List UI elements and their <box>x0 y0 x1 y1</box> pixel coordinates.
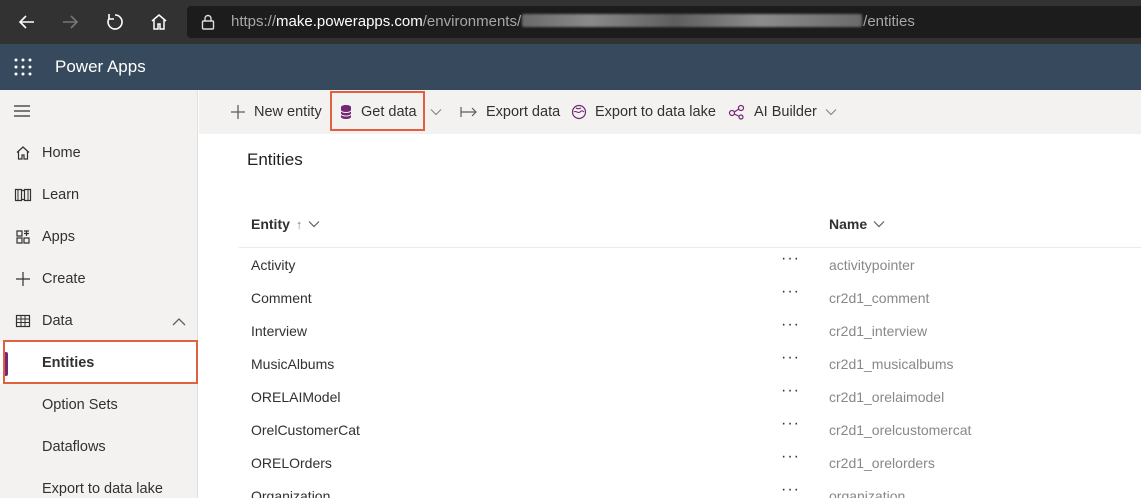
chevron-down-icon <box>825 109 837 116</box>
table-row[interactable]: Activity ··· activitypointer <box>239 248 1141 281</box>
more-actions-icon[interactable]: ··· <box>781 481 800 498</box>
new-entity-button[interactable]: New entity <box>230 90 322 134</box>
more-actions-icon[interactable]: ··· <box>781 283 800 301</box>
home-icon <box>14 144 32 162</box>
url-path-end: /entities <box>863 13 915 30</box>
plus-icon <box>231 105 245 119</box>
sidebar-item-label: Home <box>42 145 81 161</box>
ai-builder-button[interactable]: AI Builder <box>728 90 837 134</box>
data-lake-icon <box>571 104 587 120</box>
chevron-down-icon <box>308 221 320 228</box>
url-host: make.powerapps.com <box>276 13 423 30</box>
sidebar-item-label: Apps <box>42 229 76 245</box>
entity-display-name[interactable]: Interview <box>251 323 307 339</box>
more-actions-icon[interactable]: ··· <box>781 448 800 466</box>
sidebar-item-export-to-data-lake[interactable]: Export to data lake <box>0 468 198 498</box>
sidebar-item-dataflows[interactable]: Dataflows <box>0 426 198 468</box>
entity-display-name[interactable]: MusicAlbums <box>251 356 334 372</box>
more-actions-icon[interactable]: ··· <box>781 415 800 433</box>
redacted-url-segment <box>522 14 863 27</box>
export-arrow-icon <box>460 107 477 117</box>
address-bar[interactable]: https://make.powerapps.com/environments/… <box>187 6 1141 38</box>
app-title[interactable]: Power Apps <box>55 57 146 77</box>
column-header-label: Entity <box>251 216 290 232</box>
entity-logical-name: cr2d1_orelaimodel <box>829 389 945 405</box>
app-header: Power Apps <box>0 44 1141 90</box>
export-to-data-lake-button[interactable]: Export to data lake <box>571 90 716 134</box>
table-row[interactable]: Comment ··· cr2d1_comment <box>239 281 1141 314</box>
reload-icon[interactable] <box>103 10 127 34</box>
entity-display-name[interactable]: ORELAIModel <box>251 389 340 405</box>
export-data-label: Export data <box>486 104 561 120</box>
entity-logical-name: cr2d1_musicalbums <box>829 356 954 372</box>
sidebar-item-label: Export to data lake <box>42 481 163 497</box>
page-title: Entities <box>247 150 303 169</box>
lock-icon <box>201 14 215 35</box>
sort-ascending-icon: ↑ <box>295 216 303 232</box>
table-row[interactable]: MusicAlbums ··· cr2d1_musicalbums <box>239 347 1141 380</box>
back-arrow-icon[interactable] <box>15 10 39 34</box>
entity-logical-name: organization <box>829 488 906 498</box>
url-scheme: https:// <box>231 13 277 30</box>
table-row[interactable]: ORELOrders ··· cr2d1_orelorders <box>239 446 1141 479</box>
sidebar-item-option-sets[interactable]: Option Sets <box>0 384 198 426</box>
table-row[interactable]: Interview ··· cr2d1_interview <box>239 314 1141 347</box>
entity-display-name[interactable]: ORELOrders <box>251 455 332 471</box>
column-header-name[interactable]: Name <box>829 216 885 232</box>
sidebar-item-create[interactable]: Create <box>0 258 198 300</box>
more-actions-icon[interactable]: ··· <box>781 349 800 367</box>
sidebar-item-learn[interactable]: Learn <box>0 174 198 216</box>
highlight-annotation-get-data <box>330 91 425 131</box>
url-text: https://make.powerapps.com/environments/… <box>231 13 915 30</box>
highlight-annotation-entities <box>3 340 198 384</box>
app-launcher-icon[interactable] <box>13 57 33 77</box>
chevron-down-icon <box>873 221 885 228</box>
export-to-data-lake-label: Export to data lake <box>595 104 716 120</box>
chevron-down-icon <box>430 109 442 116</box>
entity-display-name[interactable]: Organization <box>251 488 330 498</box>
apps-icon <box>14 228 32 246</box>
browser-toolbar: https://make.powerapps.com/environments/… <box>0 0 1141 44</box>
entity-logical-name: cr2d1_interview <box>829 323 928 339</box>
home-browser-icon[interactable] <box>147 10 171 34</box>
url-path-start: /environments/ <box>422 13 522 30</box>
sidebar-item-data[interactable]: Data <box>0 300 198 342</box>
entity-display-name[interactable]: OrelCustomerCat <box>251 422 360 438</box>
entity-logical-name: cr2d1_orelorders <box>829 455 935 471</box>
ai-builder-icon <box>728 104 745 120</box>
column-header-label: Name <box>829 216 868 232</box>
plus-icon <box>14 270 32 288</box>
ai-builder-label: AI Builder <box>754 104 817 120</box>
entity-display-name[interactable]: Comment <box>251 290 312 306</box>
entity-logical-name: cr2d1_orelcustomercat <box>829 422 972 438</box>
more-actions-icon[interactable]: ··· <box>781 316 800 334</box>
column-header-entity[interactable]: Entity ↑ <box>251 216 320 232</box>
get-data-dropdown[interactable] <box>430 90 450 134</box>
sidebar-item-apps[interactable]: Apps <box>0 216 198 258</box>
entity-display-name[interactable]: Activity <box>251 257 295 273</box>
sidebar-item-label: Dataflows <box>42 439 106 455</box>
sidebar-item-label: Learn <box>42 187 80 203</box>
sidebar-item-label: Option Sets <box>42 397 118 413</box>
entity-logical-name: cr2d1_comment <box>829 290 930 306</box>
forward-arrow-icon[interactable] <box>58 10 82 34</box>
sidebar-item-label: Create <box>42 271 86 287</box>
left-nav: Home Learn Apps Create Data Entities Opt… <box>0 90 198 498</box>
table-row[interactable]: ORELAIModel ··· cr2d1_orelaimodel <box>239 380 1141 413</box>
table-icon <box>14 312 32 330</box>
new-entity-label: New entity <box>254 104 322 120</box>
hamburger-menu-icon[interactable] <box>13 104 31 118</box>
more-actions-icon[interactable]: ··· <box>781 250 800 268</box>
chevron-up-icon[interactable] <box>172 314 186 330</box>
sidebar-item-label: Data <box>42 313 73 329</box>
entity-logical-name: activitypointer <box>829 257 915 273</box>
export-data-button[interactable]: Export data <box>460 90 560 134</box>
table-row[interactable]: OrelCustomerCat ··· cr2d1_orelcustomerca… <box>239 413 1141 446</box>
sidebar-item-home[interactable]: Home <box>0 132 198 174</box>
command-bar: New entity Get data Export data Export t… <box>199 90 1141 134</box>
more-actions-icon[interactable]: ··· <box>781 382 800 400</box>
book-icon <box>14 186 32 204</box>
table-row[interactable]: Organization ··· organization <box>239 479 1141 498</box>
